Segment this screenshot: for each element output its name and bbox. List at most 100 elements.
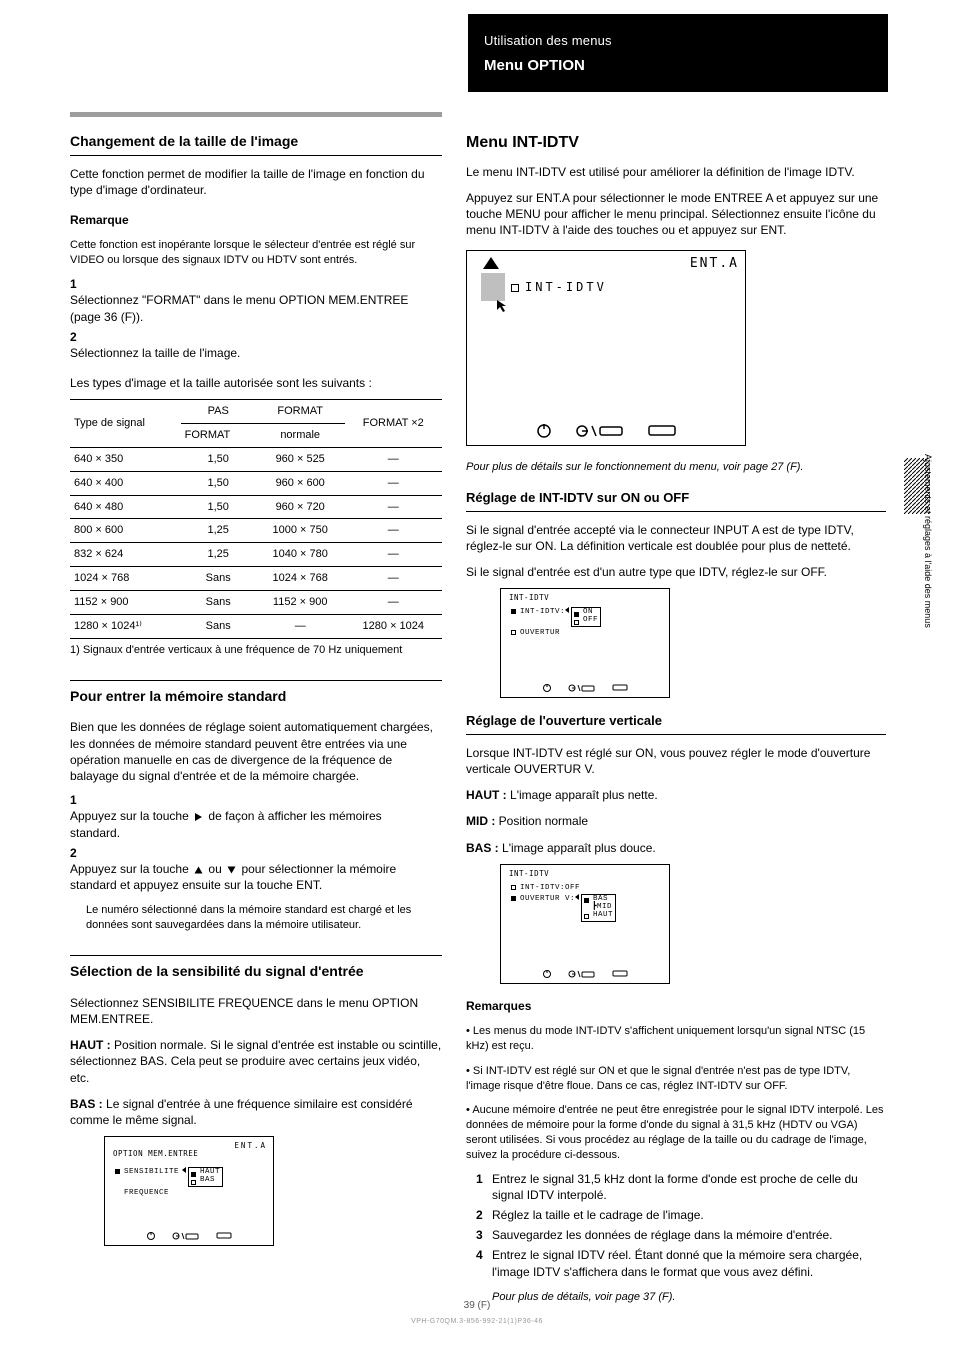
section3-title: Sélection de la sensibilité du signal d'…: [70, 962, 442, 985]
step2: 2 Sélectionnez la taille de l'image.: [70, 329, 442, 361]
sec-onoff-b2: Si le signal d'entrée est d'un autre typ…: [466, 564, 886, 580]
filled-square-icon: [511, 609, 516, 614]
sec-vap-haut: HAUT : L'image apparaît plus nette.: [466, 787, 886, 803]
left-column: Changement de la taille de l'image Cette…: [70, 132, 442, 1246]
sec-onoff-title: Réglage de INT-IDTV sur ON ou OFF: [466, 489, 886, 512]
page-number: 39 (F): [0, 1299, 954, 1313]
intidtv-p2: Appuyez sur ENT.A pour sélectionner le m…: [466, 190, 886, 239]
osd-onoff-row2: OUVERTUR: [520, 628, 560, 638]
empty-square-icon: [191, 1180, 196, 1185]
th-pas-b: FORMAT: [181, 424, 256, 448]
footer-code: VPH-G70QM.3-856-992-21(1)P36-46: [0, 1317, 954, 1326]
left-pointer-icon: [575, 894, 579, 900]
note-r3-2: 2Réglez la taille et le cadrage de l'ima…: [476, 1207, 886, 1223]
nav-select-icon: [568, 683, 596, 693]
table-row: 640 × 3501,50960 × 525—: [70, 447, 442, 471]
osd3-row1: SENSIBILITE: [124, 1167, 179, 1177]
osd3-title: OPTION MEM.ENTREE: [113, 1149, 198, 1159]
formats-intro: Les types d'image et la taille autorisée…: [70, 375, 442, 391]
step1: 1 Sélectionnez "FORMAT" dans le menu OPT…: [70, 276, 442, 325]
sec-vap-bas: BAS : L'image apparaît plus douce.: [466, 840, 886, 856]
sec-onoff-b1: Si le signal d'entrée accepté via le con…: [466, 522, 886, 554]
note-body-left1: Cette fonction est inopérante lorsque le…: [70, 238, 442, 268]
sec-vap-p: Lorsque INT-IDTV est réglé sur ON, vous …: [466, 745, 886, 777]
empty-square-icon: [511, 885, 516, 890]
section1-para: Cette fonction permet de modifier la tai…: [70, 166, 442, 198]
nav-rect-icon: [612, 970, 628, 978]
sizes-tbody: 640 × 3501,50960 × 525— 640 × 4001,50960…: [70, 447, 442, 638]
th-fmt-a: FORMAT: [256, 400, 345, 424]
osd-main-item-label: INT-IDTV: [525, 280, 607, 294]
section2-step1: 1 Appuyez sur la touche de façon à affic…: [70, 792, 442, 841]
section3-step1: Sélectionnez SENSIBILITE FREQUENCE dans …: [70, 995, 442, 1027]
section-title-change-size: Changement de la taille de l'image: [70, 132, 442, 156]
step1-text: Sélectionnez "FORMAT" dans le menu OPTIO…: [70, 292, 426, 324]
osd-onoff-row1: INT-IDTV:: [520, 607, 565, 617]
empty-square-icon: [574, 620, 579, 625]
sizes-table: Type de signal PAS FORMAT FORMAT ×2 FORM…: [70, 399, 442, 638]
osd-intidtv-ouvertur: INT-IDTV INT-IDTV:OFF OUVERTUR V: BAS ┣M…: [500, 864, 670, 984]
nav-select-icon: [568, 969, 596, 979]
section2-step2: 2 Appuyez sur la touche ou pour sélectio…: [70, 845, 442, 894]
cursor-arrow-icon: [495, 299, 509, 313]
empty-square-icon: [511, 284, 519, 292]
header-line2: Menu OPTION: [484, 56, 872, 76]
empty-square-icon: [584, 914, 589, 919]
section3-rule: [70, 951, 442, 956]
down-arrow-icon: [228, 866, 236, 873]
filled-square-icon: [584, 898, 589, 903]
table-row: 832 × 6241,251040 × 780—: [70, 543, 442, 567]
table-row: 640 × 4001,50960 × 600—: [70, 471, 442, 495]
nav-select-icon: [172, 1231, 200, 1241]
th-pas-a: PAS: [181, 400, 256, 424]
nav-rect-icon: [612, 684, 628, 692]
table-row: 800 × 6001,251000 × 750—: [70, 519, 442, 543]
th-signal: Type de signal: [70, 400, 181, 448]
section-gray-bar: [70, 112, 442, 117]
header-blackbox: Utilisation des menus Menu OPTION: [468, 14, 888, 92]
right-column: Menu INT-IDTV Le menu INT-IDTV est utili…: [466, 132, 886, 1313]
osd-vap-title: INT-IDTV: [509, 869, 549, 879]
left-pointer-icon: [565, 607, 569, 613]
nav-circle-icon: [542, 969, 552, 979]
right-arrow-icon: [195, 813, 202, 821]
section3-haut: HAUT : Position normale. Si le signal d'…: [70, 1037, 442, 1086]
intidtv-p1: Le menu INT-IDTV est utilisé pour amélio…: [466, 164, 886, 180]
osd3-row2: FREQUENCE: [124, 1188, 169, 1198]
table-row: 1280 × 1024¹⁾Sans—1280 × 1024: [70, 614, 442, 638]
nav-circle-icon: [146, 1231, 156, 1241]
note-r3-1: 1Entrez le signal 31,5 kHz dont la forme…: [476, 1171, 886, 1203]
osd-vap-row1: INT-IDTV:OFF: [520, 883, 580, 893]
osd-onoff-title: INT-IDTV: [509, 593, 549, 603]
note-r3-3: 3Sauvegardez les données de réglage dans…: [476, 1227, 886, 1243]
step2-num: 2: [70, 329, 86, 345]
note-r3-4: 4Entrez le signal IDTV réel. Étant donné…: [476, 1247, 886, 1279]
sec-vap-title: Réglage de l'ouverture verticale: [466, 712, 886, 735]
note-heading-left1: Remarque: [70, 212, 442, 228]
filled-square-icon: [191, 1172, 196, 1177]
table-footnote: 1) Signaux d'entrée verticaux à une fréq…: [70, 643, 442, 658]
sec-vap-mid: MID : Position normale: [466, 813, 886, 829]
side-tab-label: Ajustements et réglages à l'aide des men…: [774, 454, 934, 468]
nav-rect-icon: [216, 1232, 232, 1240]
section2-body: Bien que les données de réglage soient a…: [70, 719, 442, 784]
table-row: 1024 × 768Sans1024 × 768—: [70, 567, 442, 591]
note-r3: • Aucune mémoire d'entrée ne peut être e…: [466, 1103, 886, 1162]
nav-circle-icon: [536, 423, 552, 439]
left-pointer-icon: [182, 1167, 186, 1173]
osd-option-mem-entree: ENT.A OPTION MEM.ENTREE SENSIBILITE HAUT…: [104, 1136, 274, 1246]
step1-num: 1: [70, 276, 86, 292]
th-fmt-b: normale: [256, 424, 345, 448]
note-r1: • Les menus du mode INT-IDTV s'affichent…: [466, 1024, 886, 1054]
osd-intidtv-main: ENT.A INT-IDTV: [466, 250, 746, 446]
nav-circle-icon: [542, 683, 552, 693]
filled-square-icon: [115, 1169, 120, 1174]
filled-square-icon: [511, 896, 516, 901]
osd-main-item-row: INT-IDTV: [511, 279, 607, 295]
osd-vap-row2: OUVERTUR V:: [520, 894, 575, 904]
nav-rect-icon: [648, 425, 676, 437]
filled-square-icon: [574, 612, 579, 617]
section3-bas: BAS : Le signal d'entrée à une fréquence…: [70, 1096, 442, 1128]
osd-main-enta: ENT.A: [690, 255, 739, 273]
osd-cursor-highlight: [481, 273, 505, 301]
